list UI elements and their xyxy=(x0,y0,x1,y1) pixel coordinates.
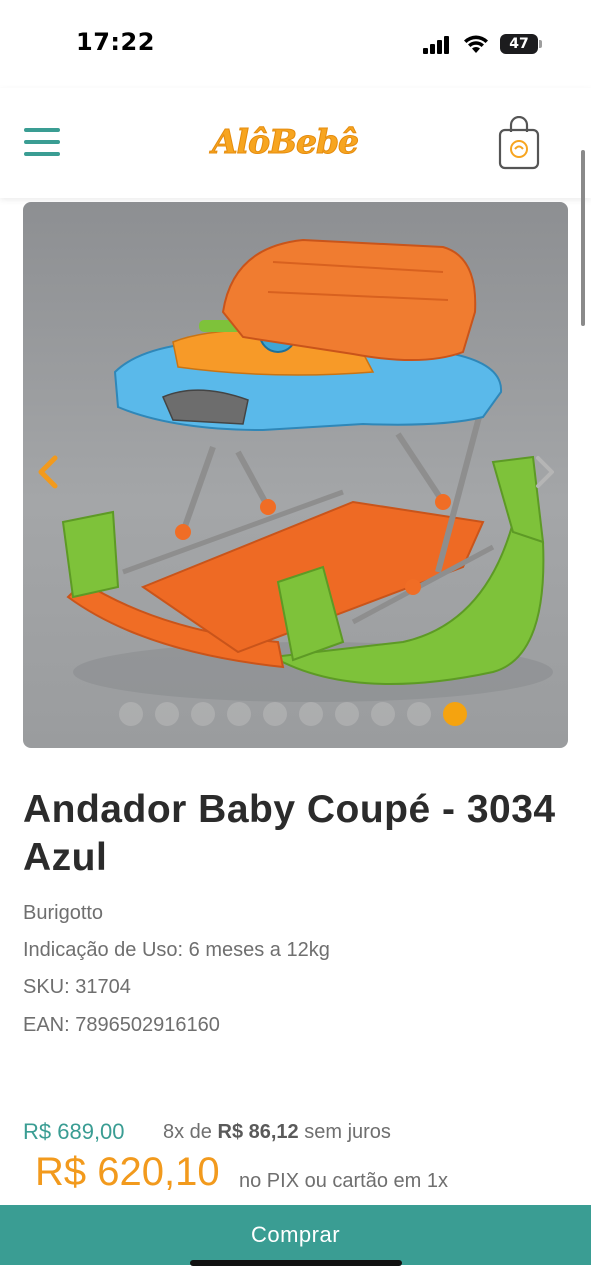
status-bar: 17:22 47 xyxy=(0,0,591,88)
signal-icon xyxy=(423,36,449,54)
bottom-strip xyxy=(0,1265,591,1280)
product-carousel[interactable] xyxy=(23,202,568,748)
logo-text: AlôBebê xyxy=(211,122,359,162)
carousel-dot[interactable] xyxy=(299,702,323,726)
status-time: 17:22 xyxy=(76,28,155,56)
carousel-dot[interactable] xyxy=(227,702,251,726)
pix-row: R$ 620,10 no PIX ou cartão em 1x xyxy=(35,1150,575,1200)
pix-price: R$ 620,10 xyxy=(35,1150,220,1194)
product-title: Andador Baby Coupé - 3034 Azul xyxy=(23,788,556,879)
scrollbar[interactable] xyxy=(581,150,585,326)
logo[interactable]: AlôBebê xyxy=(205,118,365,166)
product-ean: EAN: 7896502916160 xyxy=(23,1014,220,1036)
carousel-dot[interactable] xyxy=(119,702,143,726)
installment-value: R$ 86,12 xyxy=(217,1121,299,1143)
price-row: R$ 689,00 8x de R$ 86,12 sem juros xyxy=(23,1119,573,1149)
pix-label: no PIX ou cartão em 1x xyxy=(239,1170,449,1192)
installments-prefix: 8x de xyxy=(163,1121,212,1143)
chevron-left-icon[interactable] xyxy=(31,452,65,492)
site-header: AlôBebê xyxy=(0,88,591,198)
carousel-dot[interactable] xyxy=(407,702,431,726)
product-usage: Indicação de Uso: 6 meses a 12kg xyxy=(23,939,330,961)
menu-button[interactable] xyxy=(24,126,62,160)
menu-icon-bar xyxy=(24,128,60,132)
installments-suffix: sem juros xyxy=(304,1121,391,1143)
buy-button[interactable]: Comprar xyxy=(0,1205,591,1265)
carousel-dot[interactable] xyxy=(191,702,215,726)
battery-icon: 47 xyxy=(500,34,542,54)
chevron-right-icon[interactable] xyxy=(528,452,562,492)
product-brand: Burigotto xyxy=(23,902,104,924)
menu-icon-bar xyxy=(24,152,60,156)
installments-info: 8x de R$ 86,12 sem juros xyxy=(163,1121,391,1144)
battery-level: 47 xyxy=(500,34,538,54)
old-price: R$ 689,00 xyxy=(23,1119,125,1144)
product-image xyxy=(61,238,553,702)
shopping-bag-icon[interactable] xyxy=(497,116,541,170)
wifi-icon xyxy=(464,35,488,53)
home-indicator[interactable] xyxy=(190,1260,402,1266)
battery-nub xyxy=(539,40,542,48)
menu-icon-bar xyxy=(24,140,60,144)
carousel-dot-active[interactable] xyxy=(443,702,467,726)
carousel-dot[interactable] xyxy=(263,702,287,726)
carousel-dot[interactable] xyxy=(155,702,179,726)
carousel-dot[interactable] xyxy=(371,702,395,726)
product-sku: SKU: 31704 xyxy=(23,976,131,998)
carousel-dots xyxy=(119,702,467,728)
carousel-dot[interactable] xyxy=(335,702,359,726)
